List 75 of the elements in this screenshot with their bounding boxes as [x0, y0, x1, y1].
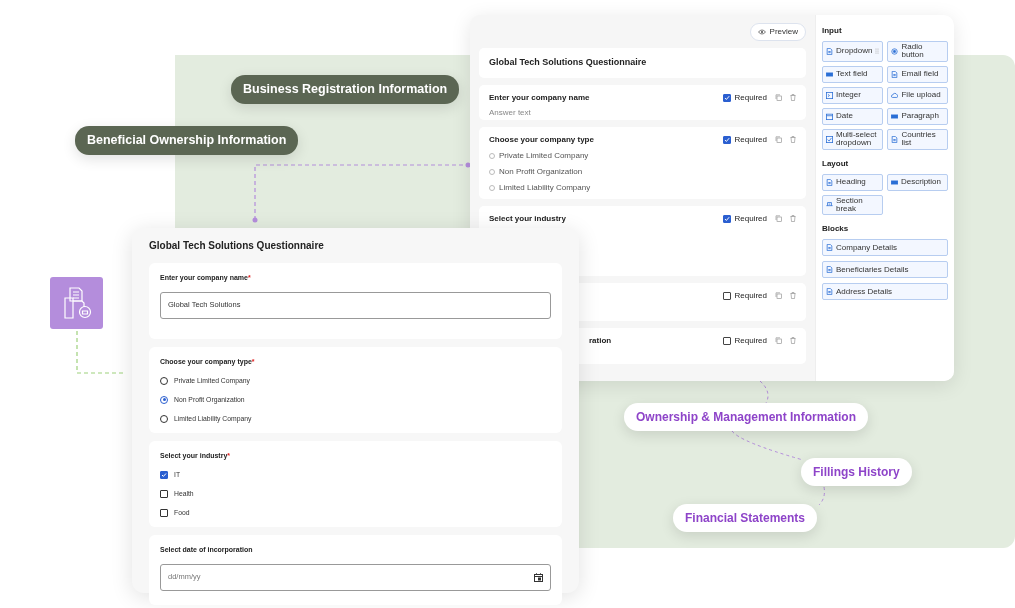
checkmark-icon [161, 471, 167, 478]
question-label: Choose your company type [489, 133, 594, 146]
section-icon [826, 201, 833, 209]
section-pill: Financial Statements [673, 504, 818, 532]
copy-icon[interactable] [775, 136, 782, 143]
form-title: Global Tech Solutions Questionnaire [149, 239, 325, 253]
text-field-icon [826, 70, 833, 78]
checkmark-icon [723, 94, 730, 101]
section-pill: Business Registration Information [231, 75, 460, 104]
terminal-icon [826, 91, 833, 99]
document-icon [826, 266, 833, 274]
section-heading: Layout [822, 157, 850, 170]
field-type-item[interactable]: Text field [822, 65, 884, 83]
calendar-icon [826, 112, 833, 120]
field-type-item[interactable]: Integer [822, 86, 884, 104]
calendar-icon[interactable] [534, 572, 543, 582]
field-type-item[interactable]: Paragraph [887, 107, 948, 125]
preview-button[interactable]: Preview [749, 23, 806, 41]
copy-icon[interactable] [775, 215, 782, 222]
field-type-item[interactable]: Email field [887, 65, 948, 83]
field-type-item[interactable]: Address Details [822, 283, 948, 301]
document-icon [826, 244, 833, 252]
section-heading: Input [822, 25, 843, 37]
field-type-item[interactable]: Beneficiaries Details [822, 261, 948, 279]
trash-icon[interactable] [790, 94, 796, 101]
question-label: ration [589, 334, 612, 347]
field-type-item[interactable]: Section break [822, 194, 883, 216]
checkmark-icon [723, 136, 730, 143]
field-type-item[interactable]: Multi-select dropdown [822, 128, 884, 150]
text-field-icon [891, 178, 898, 186]
trash-icon[interactable] [790, 337, 796, 344]
cloud-icon [891, 91, 899, 99]
radio-option[interactable]: Private Limited Company [489, 149, 594, 162]
eye-icon [757, 29, 766, 35]
required-checkbox[interactable]: Required [722, 289, 767, 302]
document-folder-icon [61, 286, 92, 320]
trash-icon[interactable] [790, 215, 796, 222]
section-pill: Beneficial Ownership Information [75, 126, 299, 155]
document-icon [826, 288, 833, 296]
document-icon [891, 135, 899, 143]
checkbox-icon [826, 135, 833, 143]
trash-icon[interactable] [790, 292, 796, 299]
radio-icon [891, 47, 899, 55]
field-type-item[interactable]: Date [822, 107, 884, 125]
copy-icon[interactable] [775, 94, 782, 101]
field-type-item[interactable]: File upload [887, 86, 948, 104]
section-pill: Fillings History [801, 458, 912, 486]
section-pill: Ownership & Management Information [624, 403, 869, 431]
copy-icon[interactable] [775, 292, 782, 299]
required-checkbox[interactable]: Required [722, 91, 767, 104]
answer-hint: Answer text [489, 106, 532, 119]
field-type-item[interactable]: Countries list [887, 128, 948, 150]
text-field-icon [891, 112, 899, 120]
required-checkbox[interactable]: Required [722, 334, 767, 347]
trash-icon[interactable] [790, 136, 796, 143]
required-checkbox[interactable]: Required [722, 133, 767, 146]
field-type-item[interactable]: Company Details [822, 239, 948, 257]
document-icon [891, 70, 899, 78]
field-type-item[interactable]: Dropdown [822, 41, 884, 62]
checkmark-icon [723, 215, 730, 222]
connector-line [759, 380, 769, 404]
required-checkbox[interactable]: Required [722, 212, 767, 225]
document-icon [826, 178, 833, 186]
copy-icon[interactable] [775, 337, 782, 344]
section-heading: Blocks [822, 223, 850, 236]
form-title: Global Tech Solutions Questionnaire [489, 56, 648, 69]
field-type-item[interactable]: Radio button [887, 41, 948, 62]
document-icon [826, 47, 833, 55]
radio-option[interactable]: Limited Liability Company [489, 181, 594, 194]
field-type-item[interactable]: Description [887, 173, 948, 191]
field-type-item[interactable]: Heading [822, 173, 883, 191]
question-label: Enter your company name [489, 91, 590, 104]
question-label: Select your industry [489, 212, 566, 225]
radio-option[interactable]: Non Profit Organization [489, 165, 594, 178]
connector-line [818, 486, 825, 506]
